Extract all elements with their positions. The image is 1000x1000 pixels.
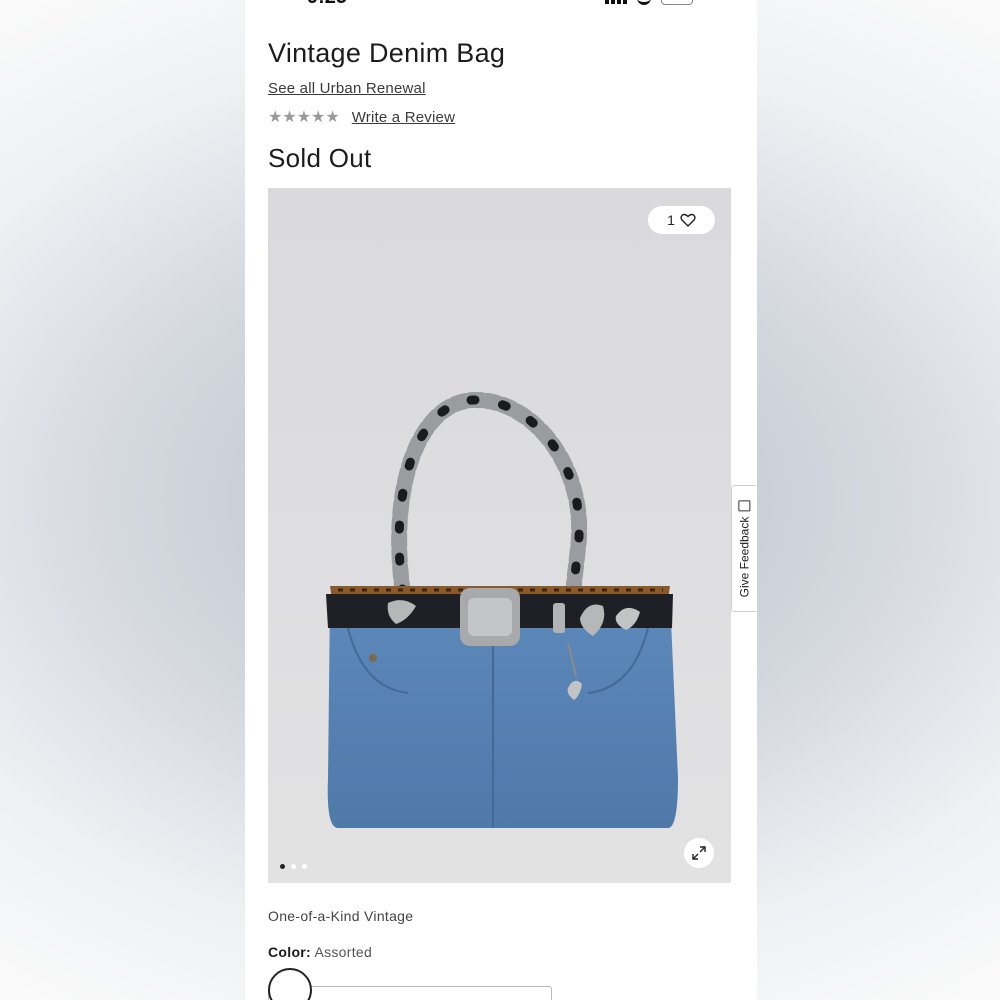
- signal-icon: [605, 0, 627, 4]
- expand-icon: [692, 846, 706, 860]
- expand-image-button[interactable]: [684, 838, 714, 868]
- product-title: Vintage Denim Bag: [268, 38, 506, 68]
- like-button[interactable]: 1: [648, 206, 715, 234]
- carousel-dot[interactable]: [291, 864, 296, 869]
- rating-row: ★★★★★ Write a Review: [268, 107, 455, 127]
- availability-status: Sold Out: [268, 143, 372, 173]
- status-bar: 9:25: [245, 0, 757, 8]
- color-label: Color:: [268, 944, 312, 960]
- wifi-icon: [637, 0, 651, 5]
- color-swatch[interactable]: [268, 968, 312, 1000]
- product-tag-line: One-of-a-Kind Vintage: [268, 908, 414, 924]
- write-review-link[interactable]: Write a Review: [352, 109, 455, 126]
- feedback-icon: [738, 500, 750, 512]
- carousel-dot[interactable]: [280, 864, 285, 869]
- give-feedback-label: Give Feedback: [737, 516, 751, 597]
- color-value: Assorted: [314, 944, 373, 960]
- carousel-dots[interactable]: [280, 864, 307, 869]
- product-image[interactable]: 1: [268, 188, 731, 883]
- give-feedback-label-wrap: Give Feedback: [737, 500, 751, 597]
- status-time: 9:25: [307, 0, 347, 9]
- battery-icon: [661, 0, 693, 5]
- phone-screen: 9:25 Vintage Denim Bag See all Urban Ren…: [245, 0, 757, 1000]
- carousel-dot[interactable]: [302, 864, 307, 869]
- star-rating: ★★★★★: [268, 109, 340, 126]
- bag-illustration: [326, 391, 678, 828]
- like-count: 1: [667, 212, 675, 228]
- give-feedback-tab[interactable]: Give Feedback: [731, 485, 756, 612]
- color-row: Color: Assorted: [268, 944, 372, 960]
- status-icons: [605, 0, 693, 5]
- brand-link[interactable]: See all Urban Renewal: [268, 80, 426, 97]
- heart-icon: [680, 213, 696, 227]
